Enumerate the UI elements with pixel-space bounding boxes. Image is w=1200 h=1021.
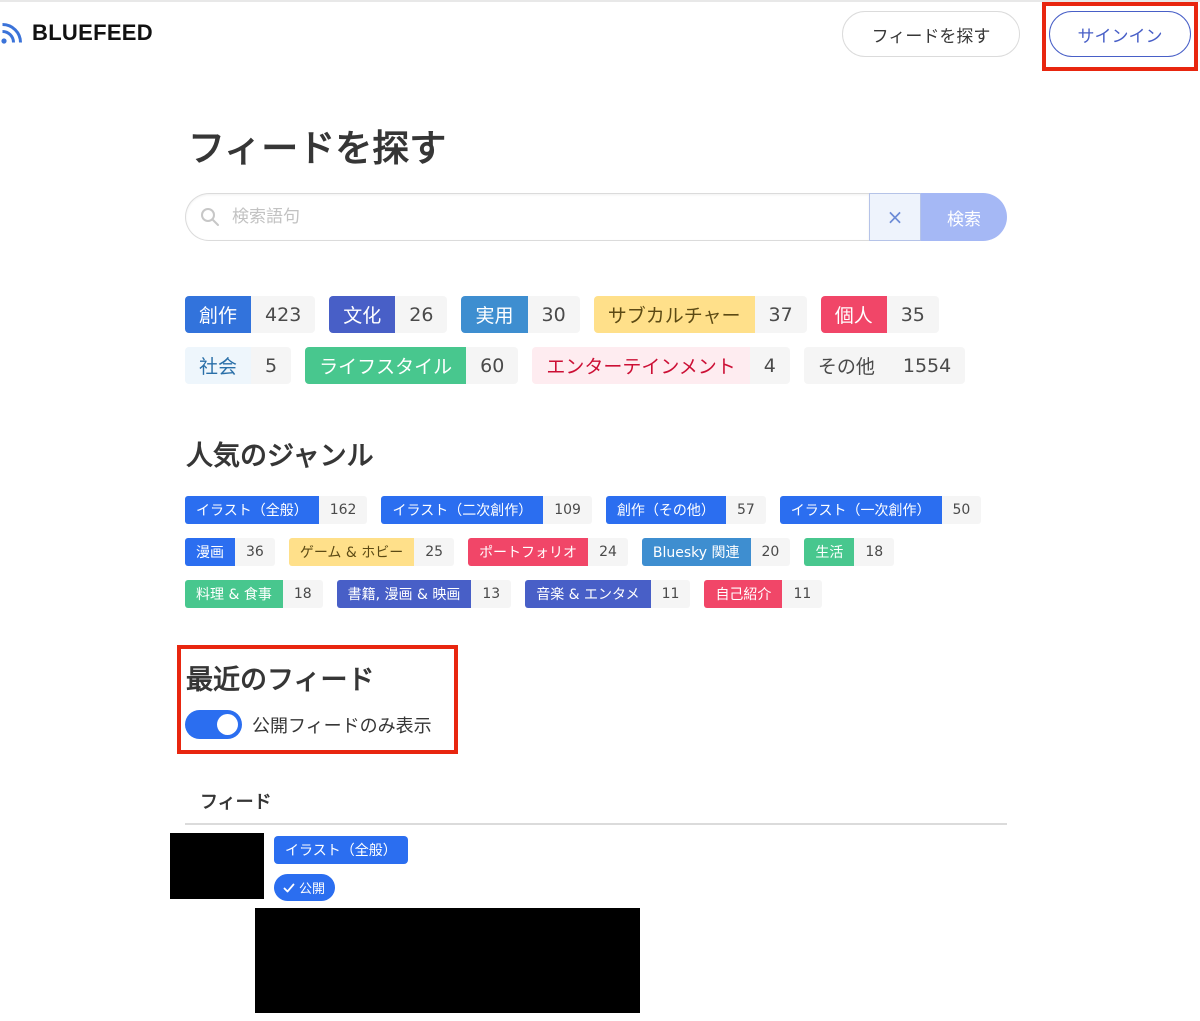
genre-tag[interactable]: 書籍, 漫画 & 映画 13 [336, 580, 512, 608]
genre-tag-count: 18 [854, 538, 895, 566]
highlight-box-signin [1042, 2, 1198, 71]
genre-tag-count: 20 [750, 538, 791, 566]
category-tag[interactable]: 社会 5 [185, 347, 292, 384]
top-border [0, 0, 1200, 2]
search-icon [201, 208, 219, 226]
genre-tag-count: 18 [282, 580, 323, 608]
category-tag[interactable]: 文化 26 [329, 296, 448, 333]
category-tag-label: 実用 [461, 296, 528, 333]
genre-tag[interactable]: Bluesky 関連 20 [641, 538, 791, 566]
genre-tag-label: イラスト（全般） [185, 496, 319, 524]
category-tag-label: 個人 [820, 296, 887, 333]
category-tag[interactable]: その他 1554 [803, 347, 966, 384]
genre-tag-label: 創作（その他） [605, 496, 726, 524]
genre-tag-label: 料理 & 食事 [185, 580, 283, 608]
category-tag-count: 60 [466, 347, 519, 384]
category-tag-label: ライフスタイル [305, 347, 467, 384]
genre-tag-label: 書籍, 漫画 & 映画 [336, 580, 472, 608]
category-tags: 創作 423 文化 26 実用 30 サブカルチャー 37 個人 35 社会 5 ライフスタイル 60 エン… [185, 296, 1015, 398]
redacted-feed-info [255, 908, 640, 1013]
genre-tag-count: 24 [588, 538, 628, 566]
search-bar: × 検索 [185, 193, 1007, 241]
genre-tag-label: イラスト（一次創作） [779, 496, 942, 524]
category-tag[interactable]: 実用 30 [461, 296, 580, 333]
genre-tags: イラスト（全般） 162 イラスト（二次創作） 109 創作（その他） 57 イラスト（一次… [185, 496, 1015, 622]
genre-tag[interactable]: イラスト（全般） 162 [185, 496, 368, 524]
genre-tag[interactable]: 創作（その他） 57 [605, 496, 766, 524]
feed-genre-tag[interactable]: イラスト（全般） [274, 836, 408, 864]
popular-genres-title: 人気のジャンル [186, 441, 374, 472]
genre-tag-count: 11 [782, 580, 823, 608]
genre-tag-label: 生活 [804, 538, 855, 566]
search-field[interactable] [185, 193, 869, 241]
genre-tag-count: 36 [235, 538, 275, 566]
feed-table-header: フィード [185, 780, 1007, 825]
category-tag[interactable]: サブカルチャー 37 [593, 296, 807, 333]
category-tag[interactable]: 個人 35 [820, 296, 939, 333]
check-icon [283, 883, 295, 892]
genre-tag-count: 109 [543, 496, 592, 524]
highlight-box-recent [177, 645, 458, 754]
genre-tag[interactable]: イラスト（二次創作） 109 [381, 496, 592, 524]
category-tag-count: 423 [251, 296, 316, 333]
column-header-feed: フィード [200, 792, 272, 813]
category-tag-label: サブカルチャー [593, 296, 755, 333]
genre-tag-count: 57 [725, 496, 766, 524]
category-tag-count: 4 [749, 347, 790, 384]
genre-tag[interactable]: 自己紹介 11 [704, 580, 823, 608]
genre-tag-count: 25 [414, 538, 455, 566]
brand[interactable]: BLUEFEED [0, 20, 153, 46]
close-icon: × [886, 205, 904, 229]
category-tag-count: 26 [395, 296, 448, 333]
search-submit-button[interactable]: 検索 [921, 193, 1007, 241]
category-tag[interactable]: 創作 423 [185, 296, 316, 333]
genre-tag-count: 162 [318, 496, 368, 524]
public-status-badge: 公開 [274, 874, 336, 901]
search-input[interactable] [232, 207, 832, 227]
category-tag-count: 1554 [888, 347, 966, 384]
public-status-label: 公開 [299, 882, 326, 897]
genre-tag[interactable]: イラスト（一次創作） 50 [779, 496, 982, 524]
category-tag-label: エンターテインメント [532, 347, 750, 384]
find-feeds-button[interactable]: フィードを探す [842, 11, 1020, 57]
genre-tag[interactable]: 料理 & 食事 18 [185, 580, 323, 608]
genre-tag[interactable]: 生活 18 [804, 538, 895, 566]
genre-tag[interactable]: ゲーム & ホビー 25 [288, 538, 455, 566]
genre-tag-count: 11 [650, 580, 691, 608]
genre-tag[interactable]: 音楽 & エンタメ 11 [525, 580, 691, 608]
category-tag-label: その他 [803, 347, 889, 384]
clear-search-button[interactable]: × [869, 193, 921, 241]
category-tag-label: 文化 [329, 296, 396, 333]
genre-tag[interactable]: 漫画 36 [185, 538, 275, 566]
category-tag-count: 30 [527, 296, 580, 333]
genre-tag-label: Bluesky 関連 [641, 538, 751, 566]
genre-tag-label: ゲーム & ホビー [288, 538, 415, 566]
category-tag[interactable]: エンターテインメント 4 [532, 347, 790, 384]
genre-tag-count: 13 [471, 580, 512, 608]
category-tag-count: 37 [754, 296, 807, 333]
category-tag-label: 社会 [185, 347, 252, 384]
brand-name: BLUEFEED [32, 20, 153, 45]
genre-tag[interactable]: ポートフォリオ 24 [468, 538, 628, 566]
category-tag-label: 創作 [185, 296, 252, 333]
genre-tag-label: イラスト（二次創作） [381, 496, 544, 524]
feed-avatar[interactable] [170, 833, 264, 899]
category-tag[interactable]: ライフスタイル 60 [305, 347, 519, 384]
genre-tag-label: 音楽 & エンタメ [525, 580, 651, 608]
genre-tag-label: 自己紹介 [704, 580, 783, 608]
rss-feed-icon [1, 23, 22, 44]
genre-tag-label: 漫画 [185, 538, 235, 566]
page-title: フィードを探す [188, 127, 447, 170]
genre-tag-count: 50 [941, 496, 982, 524]
category-tag-count: 35 [886, 296, 939, 333]
genre-tag-label: ポートフォリオ [468, 538, 589, 566]
category-tag-count: 5 [251, 347, 292, 384]
